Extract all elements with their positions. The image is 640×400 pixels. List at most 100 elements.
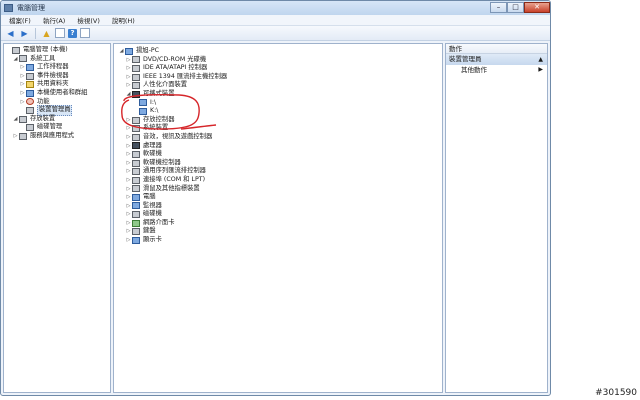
expand-arrow-icon[interactable]: ▷ <box>125 73 132 82</box>
menu-view[interactable]: 檢視(V) <box>77 15 100 25</box>
expand-arrow-icon[interactable]: ▷ <box>125 176 132 185</box>
device-icon <box>132 125 140 133</box>
device-tree-item[interactable]: ▷ 處理器 <box>114 142 442 151</box>
device-tree-item[interactable]: ▷ 磁碟機 <box>114 210 442 219</box>
tree-item-label: 揚旭-PC <box>136 47 160 54</box>
console-tree-item[interactable]: ◢ 系統工具 <box>4 55 110 64</box>
actions-title: 動作 <box>446 44 547 54</box>
console-tree-item[interactable]: ▷ 本機使用者和群組 <box>4 89 110 98</box>
device-icon <box>139 99 147 107</box>
expand-arrow-icon[interactable]: ◢ <box>125 90 132 99</box>
menu-help[interactable]: 說明(H) <box>112 15 135 25</box>
back-arrow-icon[interactable]: ◀ <box>5 28 16 39</box>
device-tree-item[interactable]: ▷ 人性化介面裝置 <box>114 81 442 90</box>
expand-arrow-icon[interactable]: ◢ <box>12 115 19 124</box>
device-icon <box>132 73 140 81</box>
expand-arrow-icon[interactable]: ▷ <box>125 124 132 133</box>
device-tree-item[interactable]: ▷ 鍵盤 <box>114 227 442 236</box>
console-tree-item[interactable]: ▷ 服務與應用程式 <box>4 132 110 141</box>
expand-arrow-icon[interactable]: ▷ <box>125 64 132 73</box>
expand-arrow-icon[interactable]: ▷ <box>125 227 132 236</box>
expand-arrow-icon[interactable]: ▷ <box>125 210 132 219</box>
title-bar[interactable]: 電腦管理 – □ ✕ <box>1 1 550 15</box>
expand-arrow-icon[interactable]: ▷ <box>125 185 132 194</box>
device-tree-item[interactable]: I:\ <box>114 99 442 108</box>
collapse-caret-icon[interactable]: ▲ <box>538 54 543 65</box>
device-tree-item[interactable]: ▷ 軟碟機 <box>114 150 442 159</box>
expand-arrow-icon[interactable]: ▷ <box>19 72 26 81</box>
console-tree-item[interactable]: ▷ 工作排程器 <box>4 63 110 72</box>
device-tree-item[interactable]: ▷ 音效，視訊及遊戲控制器 <box>114 133 442 142</box>
device-tree-item[interactable]: ▷ 監視器 <box>114 202 442 211</box>
forward-arrow-icon[interactable]: ▶ <box>19 28 30 39</box>
device-tree-item[interactable]: ▷ DVD/CD-ROM 光碟機 <box>114 56 442 65</box>
tree-item-label: 磁碟機 <box>143 210 162 218</box>
device-tree-item[interactable]: ▷ IDE ATA/ATAPI 控制器 <box>114 64 442 73</box>
console-tree-item[interactable]: 磁碟管理 <box>4 123 110 132</box>
expand-arrow-icon[interactable]: ◢ <box>12 55 19 64</box>
tree-item-label: 系統裝置 <box>143 124 169 132</box>
maximize-button[interactable]: □ <box>507 1 524 13</box>
tree-item-label: 處理器 <box>143 141 162 149</box>
device-icon <box>19 115 27 123</box>
tree-item-label: 連接埠 (COM 和 LPT) <box>143 175 206 183</box>
menu-bar: 檔案(F) 執行(A) 檢視(V) 說明(H) <box>1 15 550 26</box>
device-tree-item[interactable]: ▷ 網路介面卡 <box>114 219 442 228</box>
device-icon <box>132 116 140 124</box>
device-tree-item[interactable]: ▷ 滑鼠及其他指標裝置 <box>114 185 442 194</box>
device-tree-item[interactable]: ▷ 系統裝置 <box>114 124 442 133</box>
device-tree-item[interactable]: ▷ 顯示卡 <box>114 236 442 245</box>
expand-arrow-icon[interactable]: ▷ <box>19 80 26 89</box>
device-icon <box>132 211 140 219</box>
expand-arrow-icon[interactable]: ▷ <box>125 202 132 211</box>
device-icon <box>26 81 34 89</box>
up-folder-icon[interactable]: ▲ <box>41 28 52 39</box>
console-tree-item[interactable]: 電腦管理 (本機) <box>4 46 110 55</box>
expand-arrow-icon[interactable]: ▷ <box>125 219 132 228</box>
device-tree-item[interactable]: ▷ 電腦 <box>114 193 442 202</box>
device-icon <box>132 219 140 227</box>
menu-action[interactable]: 執行(A) <box>43 15 66 25</box>
menu-file[interactable]: 檔案(F) <box>9 15 31 25</box>
help-icon[interactable]: ? <box>68 28 77 38</box>
more-actions-item[interactable]: 其他動作 ▶ <box>446 65 547 75</box>
device-icon <box>26 89 34 97</box>
device-icon <box>132 90 140 98</box>
device-tree-item[interactable]: ▷ 連接埠 (COM 和 LPT) <box>114 176 442 185</box>
device-tree-item[interactable]: ◢ 可攜式裝置 <box>114 90 442 99</box>
console-tree-item[interactable]: ▷ 共用資料夾 <box>4 80 110 89</box>
expand-arrow-icon[interactable]: ▷ <box>125 167 132 176</box>
tree-item-label: 可攜式裝置 <box>143 89 175 97</box>
expand-arrow-icon[interactable]: ▷ <box>125 236 132 245</box>
computer-management-icon <box>4 4 13 12</box>
expand-arrow-icon[interactable]: ▷ <box>19 63 26 72</box>
expand-arrow-icon[interactable]: ◢ <box>118 47 125 56</box>
expand-arrow-icon[interactable]: ▷ <box>125 193 132 202</box>
device-icon <box>139 107 147 115</box>
expand-arrow-icon[interactable]: ▷ <box>12 132 19 141</box>
actions-group-device-manager[interactable]: 裝置管理員 ▲ <box>446 54 547 65</box>
minimize-button[interactable]: – <box>490 1 507 13</box>
console-tree-item[interactable]: 裝置管理員 <box>4 105 110 116</box>
tree-item-label: 電腦管理 (本機) <box>23 46 68 53</box>
show-hide-tree-icon[interactable] <box>55 28 65 38</box>
expand-arrow-icon[interactable]: ▷ <box>19 98 26 107</box>
expand-arrow-icon[interactable]: ▷ <box>125 133 132 142</box>
close-button[interactable]: ✕ <box>524 1 550 13</box>
device-icon <box>26 98 34 106</box>
properties-icon[interactable] <box>80 28 90 38</box>
expand-arrow-icon[interactable]: ▷ <box>19 89 26 98</box>
device-tree-item[interactable]: ▷ 通用序列匯流排控制器 <box>114 167 442 176</box>
device-tree-item[interactable]: K:\ <box>114 107 442 116</box>
computer-management-window: 電腦管理 – □ ✕ 檔案(F) 執行(A) 檢視(V) 說明(H) ◀ ▶ ▲… <box>0 0 551 396</box>
expand-arrow-icon[interactable]: ▷ <box>125 159 132 168</box>
expand-arrow-icon[interactable]: ▷ <box>125 56 132 65</box>
window-controls: – □ ✕ <box>490 1 550 14</box>
device-tree-item[interactable]: ◢ 揚旭-PC <box>114 47 442 56</box>
expand-arrow-icon[interactable]: ▷ <box>125 116 132 125</box>
device-icon <box>132 193 140 201</box>
expand-arrow-icon[interactable]: ▷ <box>125 150 132 159</box>
device-icon <box>132 168 140 176</box>
expand-arrow-icon[interactable]: ▷ <box>125 142 132 151</box>
expand-arrow-icon[interactable]: ▷ <box>125 81 132 90</box>
